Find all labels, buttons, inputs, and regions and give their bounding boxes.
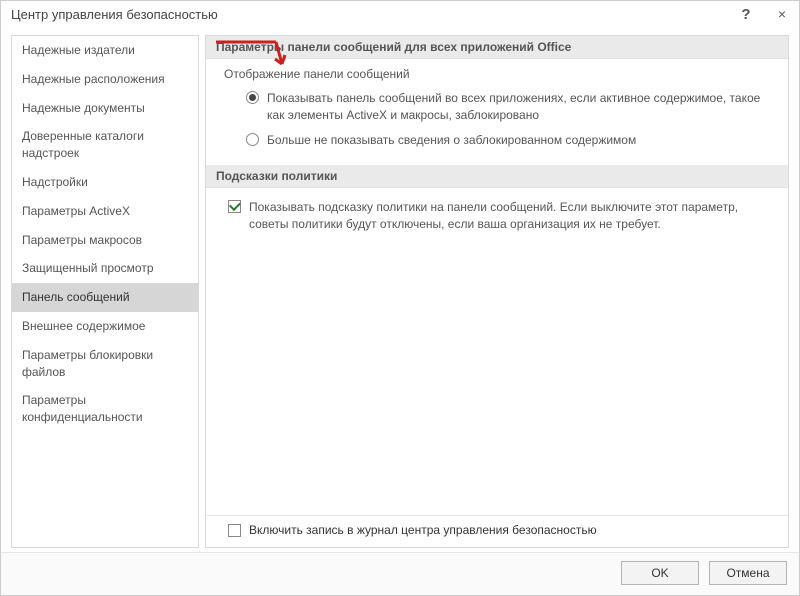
sidebar-item[interactable]: Защищенный просмотр (12, 254, 198, 283)
checkbox-policy-tips[interactable] (228, 200, 241, 213)
cancel-button[interactable]: Отмена (709, 561, 787, 585)
ok-button[interactable]: OK (621, 561, 699, 585)
subheading: Отображение панели сообщений (224, 67, 776, 81)
window-title: Центр управления безопасностью (11, 7, 218, 22)
category-sidebar: Надежные издателиНадежные расположенияНа… (11, 35, 199, 548)
section-heading-text: Параметры панели сообщений для всех прил… (216, 40, 571, 54)
sidebar-item[interactable]: Внешнее содержимое (12, 312, 198, 341)
section-message-bar: Параметры панели сообщений для всех прил… (206, 36, 788, 165)
option-row: Показывать панель сообщений во всех прил… (222, 87, 776, 129)
radio-show-message-bar[interactable] (246, 91, 259, 104)
sidebar-item[interactable]: Параметры макросов (12, 226, 198, 255)
checkbox-label: Показывать подсказку политики на панели … (249, 199, 776, 233)
radio-label: Показывать панель сообщений во всех прил… (267, 90, 776, 124)
sidebar-item[interactable]: Панель сообщений (12, 283, 198, 312)
section-heading-text: Подсказки политики (216, 169, 337, 183)
sidebar-item[interactable]: Надежные документы (12, 94, 198, 123)
section-body: Показывать подсказку политики на панели … (206, 188, 788, 250)
checkbox-enable-logging[interactable] (228, 524, 241, 537)
sidebar-item[interactable]: Надстройки (12, 168, 198, 197)
titlebar-buttons: ? × (737, 5, 791, 23)
section-body: Отображение панели сообщений Показывать … (206, 59, 788, 165)
section-policy-tips: Подсказки политики Показывать подсказку … (206, 165, 788, 250)
section-heading: Подсказки политики (206, 165, 788, 188)
settings-panel: Параметры панели сообщений для всех прил… (205, 35, 789, 548)
titlebar: Центр управления безопасностью ? × (1, 1, 799, 27)
sidebar-item[interactable]: Параметры ActiveX (12, 197, 198, 226)
close-button[interactable]: × (773, 5, 791, 23)
log-row: Включить запись в журнал центра управлен… (206, 516, 788, 547)
section-heading: Параметры панели сообщений для всех прил… (206, 36, 788, 59)
trust-center-window: Центр управления безопасностью ? × Надеж… (0, 0, 800, 596)
settings-scroll: Параметры панели сообщений для всех прил… (206, 36, 788, 515)
checkbox-label: Включить запись в журнал центра управлен… (249, 523, 597, 537)
sidebar-item[interactable]: Параметры блокировки файлов (12, 341, 198, 387)
dialog-buttons: OK Отмена (1, 552, 799, 595)
option-row: Показывать подсказку политики на панели … (222, 196, 776, 238)
sidebar-item[interactable]: Параметры конфиденциальности (12, 386, 198, 432)
option-row: Больше не показывать сведения о заблокир… (222, 129, 776, 154)
dialog-body: Надежные издателиНадежные расположенияНа… (1, 27, 799, 552)
sidebar-item[interactable]: Надежные издатели (12, 36, 198, 65)
radio-label: Больше не показывать сведения о заблокир… (267, 132, 636, 149)
sidebar-item[interactable]: Надежные расположения (12, 65, 198, 94)
help-button[interactable]: ? (737, 5, 755, 23)
sidebar-item[interactable]: Доверенные каталоги надстроек (12, 122, 198, 168)
radio-never-show[interactable] (246, 133, 259, 146)
